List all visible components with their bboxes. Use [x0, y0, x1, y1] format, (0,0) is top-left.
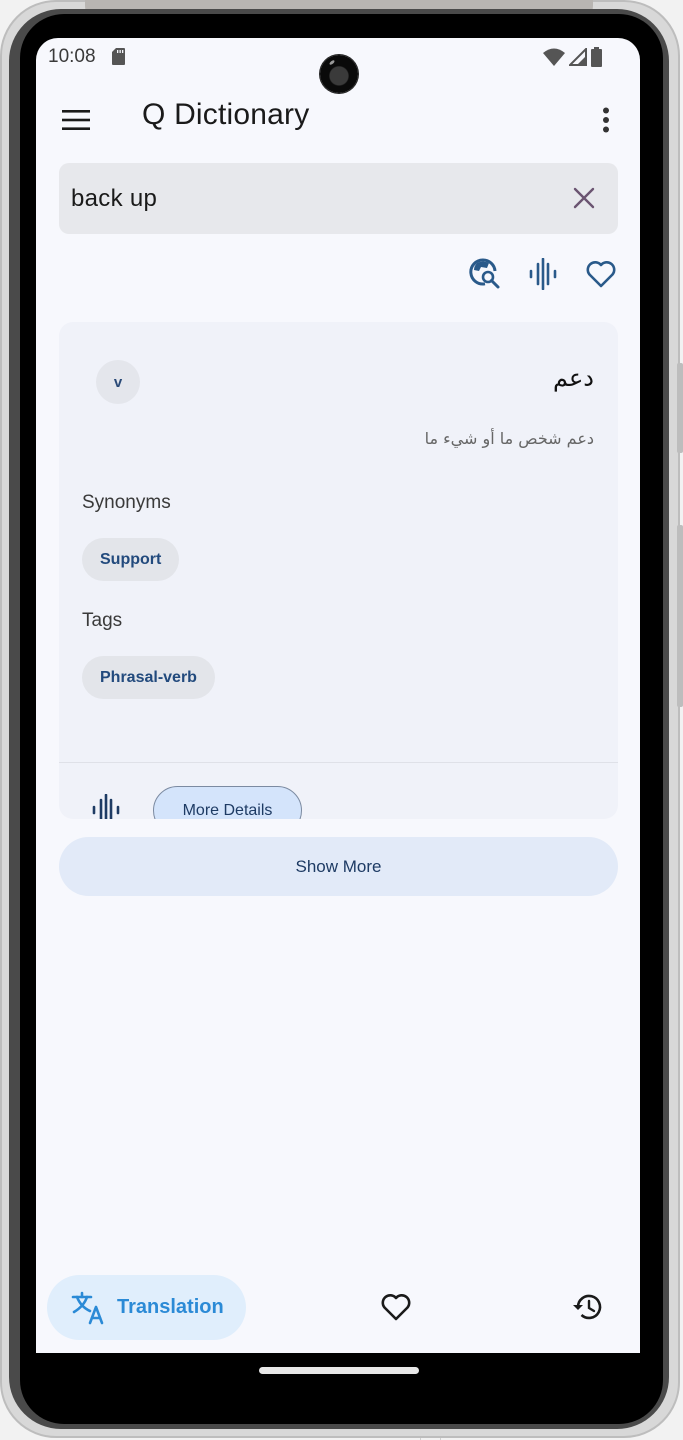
favorite-button[interactable]	[584, 254, 618, 294]
nav-item-history[interactable]	[566, 1285, 610, 1329]
card-divider	[59, 762, 618, 763]
part-of-speech-badge: v	[96, 360, 140, 404]
translation-definition: دعم شخص ما أو شيء ما	[424, 429, 594, 448]
app-bar: Q Dictionary	[36, 90, 640, 146]
nav-item-favorites[interactable]	[374, 1285, 418, 1329]
signal-icon	[569, 48, 587, 66]
search-field	[59, 163, 618, 234]
app-title: Q Dictionary	[142, 98, 310, 131]
tags-label: Tags	[82, 610, 123, 631]
front-camera	[320, 55, 358, 93]
translate-icon	[71, 1291, 104, 1324]
web-search-button[interactable]	[468, 254, 502, 294]
sd-card-icon	[112, 48, 125, 65]
home-gesture-bar[interactable]	[259, 1367, 419, 1374]
heart-outline-icon	[381, 1294, 411, 1321]
volume-button	[677, 525, 683, 707]
overflow-menu-button[interactable]	[586, 98, 626, 142]
gesture-nav-area	[36, 1353, 640, 1387]
card-pronounce-button[interactable]	[87, 788, 125, 819]
result-card: v دعم دعم شخص ما أو شيء ما Synonyms Supp…	[59, 322, 618, 819]
clear-search-button[interactable]	[566, 180, 602, 216]
audio-wave-icon	[92, 794, 120, 819]
wifi-icon	[543, 48, 565, 66]
history-icon	[573, 1294, 602, 1320]
power-button	[677, 363, 683, 453]
close-icon	[573, 187, 595, 209]
synonym-chip[interactable]: Support	[82, 538, 180, 581]
tag-chip[interactable]: Phrasal-verb	[82, 656, 215, 699]
status-icons	[543, 47, 602, 67]
travel-explore-icon	[469, 258, 500, 289]
search-input[interactable]	[71, 163, 541, 234]
status-time: 10:08	[48, 46, 96, 67]
nav-label-translation: Translation	[117, 1296, 224, 1318]
pronounce-button[interactable]	[526, 254, 560, 294]
audio-wave-icon	[529, 258, 557, 290]
nav-item-translation[interactable]: Translation	[47, 1275, 246, 1340]
bottom-navigation: Translation	[36, 1263, 640, 1353]
screen: 10:08 Q Dictionary back up v دعم دعم شخص…	[36, 38, 640, 1353]
more-details-button[interactable]: More Details	[153, 786, 302, 819]
show-more-button[interactable]: Show More	[59, 837, 618, 896]
menu-button[interactable]	[56, 100, 96, 140]
heart-outline-icon	[586, 261, 616, 288]
translation-word: دعم	[553, 364, 594, 392]
hamburger-menu-icon	[62, 110, 90, 130]
word-actions	[468, 254, 618, 294]
more-vert-icon	[603, 107, 609, 133]
battery-icon	[591, 47, 602, 67]
synonyms-label: Synonyms	[82, 492, 171, 513]
